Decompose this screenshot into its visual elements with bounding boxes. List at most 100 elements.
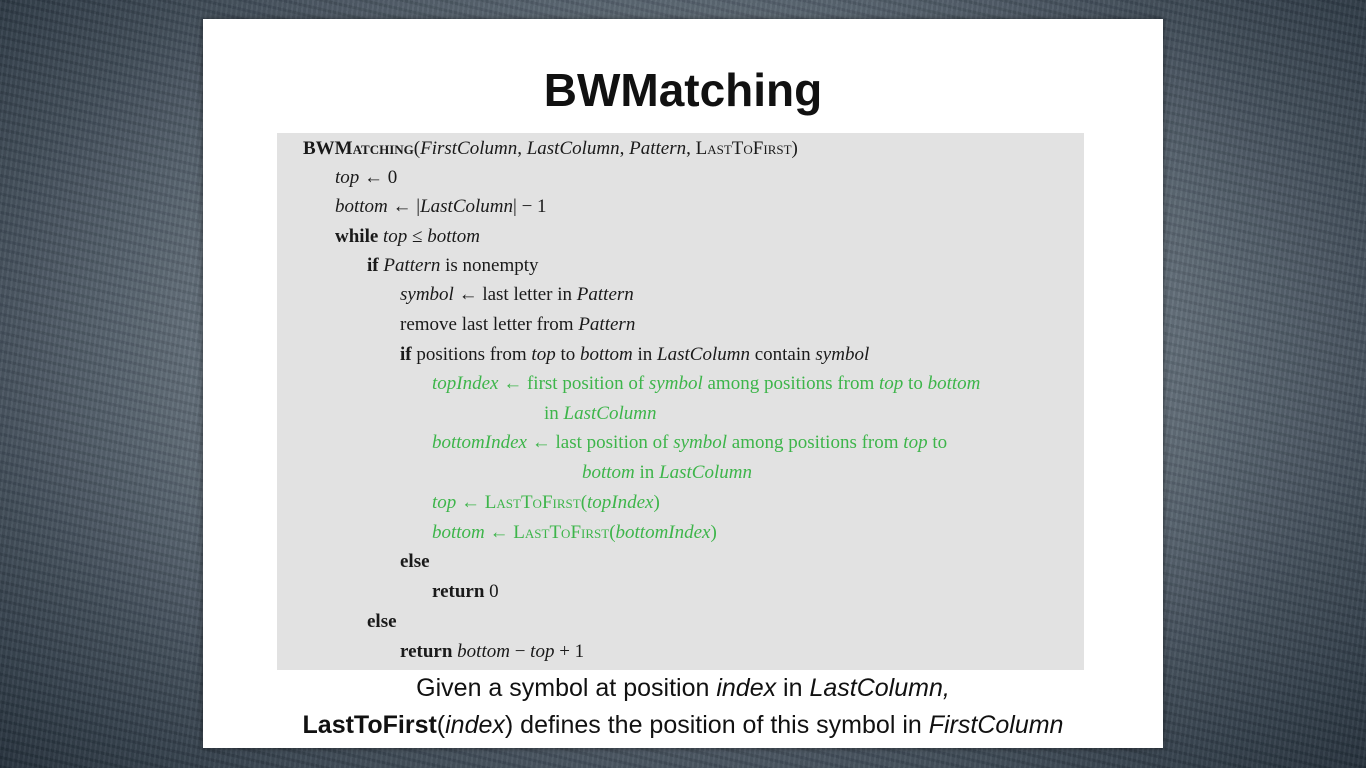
var: top — [879, 373, 904, 394]
code-line-12: top ← LastToFirst(topIndex) — [432, 492, 660, 514]
text: 0 — [484, 581, 499, 602]
text: is nonempty — [440, 255, 539, 276]
text: in — [544, 403, 564, 424]
var: LastColumn — [563, 403, 657, 424]
function-call: LastToFirst — [484, 492, 581, 513]
sep: , — [517, 138, 527, 159]
text: index — [716, 674, 777, 702]
keyword: return — [400, 641, 453, 662]
text: ) defines the position of this symbol in — [504, 711, 929, 739]
code-line-2: bottom ← |LastColumn| − 1 — [335, 196, 547, 218]
text: LastToFirst — [302, 711, 437, 739]
text: in — [634, 462, 660, 483]
text: to — [903, 373, 928, 394]
var: bottom — [427, 226, 481, 247]
keyword: return — [432, 581, 485, 602]
code-line-15: return 0 — [432, 581, 499, 603]
param-pattern: Pattern — [629, 138, 687, 159]
var: symbol — [673, 432, 728, 453]
slide-title: BWMatching — [543, 64, 823, 116]
text: in — [776, 674, 810, 702]
var: bottomIndex — [432, 432, 527, 453]
text: in — [632, 344, 658, 365]
text: ← — [456, 492, 485, 513]
code-line-8: topIndex ← first position of symbol amon… — [432, 373, 980, 395]
text: ← | — [387, 196, 421, 217]
text: positions from — [411, 344, 532, 365]
var: LastColumn — [659, 462, 752, 483]
keyword: else — [367, 611, 397, 632]
code-line-7: if positions from top to bottom in LastC… — [400, 344, 869, 366]
code-line-5: symbol ← last letter in Pattern — [400, 284, 634, 306]
var: top — [432, 492, 457, 513]
var: LastColumn — [657, 344, 750, 365]
var: topIndex — [587, 492, 654, 513]
text: to — [927, 432, 948, 453]
text: ← first position of — [498, 373, 649, 394]
var: top — [903, 432, 928, 453]
text: + 1 — [554, 641, 585, 662]
sep: , — [686, 138, 696, 159]
var: symbol — [815, 344, 870, 365]
var: bottom — [457, 641, 510, 662]
code-line-4: if Pattern is nonempty — [367, 255, 539, 277]
text: among positions from — [702, 373, 880, 394]
var: bottom — [335, 196, 388, 217]
text: − — [509, 641, 531, 662]
text: | − 1 — [513, 196, 547, 217]
var: top — [335, 167, 360, 188]
text: ) — [653, 492, 660, 513]
var: top — [531, 344, 556, 365]
text: FirstColumn — [928, 711, 1064, 739]
var: LastColumn — [420, 196, 514, 217]
text: index — [445, 711, 505, 739]
param-last-to-first: LastToFirst — [695, 138, 792, 159]
text: Given a symbol at position — [416, 674, 717, 702]
var: bottom — [927, 373, 981, 394]
code-line-signature: BWMatching(FirstColumn, LastColumn, Patt… — [303, 138, 798, 160]
text: ← last position of — [526, 432, 674, 453]
code-line-9: in LastColumn — [544, 403, 656, 425]
text: to — [555, 344, 580, 365]
var: Pattern — [578, 314, 636, 335]
var: symbol — [648, 373, 703, 394]
code-line-11: bottom in LastColumn — [582, 462, 752, 484]
paren: ) — [791, 138, 798, 159]
keyword: else — [400, 551, 430, 572]
slide: BWMatching BWMatching(FirstColumn, LastC… — [203, 19, 1163, 748]
keyword: if — [367, 255, 379, 276]
code-line-10: bottomIndex ← last position of symbol am… — [432, 432, 947, 454]
text: among positions from — [727, 432, 904, 453]
text: remove last letter from — [400, 314, 579, 335]
text: ≤ — [407, 226, 428, 247]
var: bottomIndex — [615, 522, 711, 543]
code-line-3: while top ≤ bottom — [335, 226, 480, 248]
function-call: LastToFirst — [513, 522, 610, 543]
keyword: while — [335, 226, 379, 247]
var: symbol — [400, 284, 454, 305]
text: LastColumn, — [809, 674, 950, 702]
text: contain — [749, 344, 816, 365]
var: bottom — [582, 462, 635, 483]
caption-line-2: LastToFirst(index) defines the position … — [203, 711, 1163, 740]
param-first-column: FirstColumn — [420, 138, 518, 159]
code-line-14: else — [400, 551, 430, 573]
caption-line-1: Given a symbol at position index in Last… — [203, 674, 1163, 703]
pseudocode-block: BWMatching(FirstColumn, LastColumn, Patt… — [277, 133, 1084, 670]
text: ← last letter in — [453, 284, 577, 305]
var: top — [383, 226, 408, 247]
var: top — [530, 641, 555, 662]
text: ← 0 — [359, 167, 398, 188]
text: ← — [484, 522, 514, 543]
var: bottom — [579, 344, 633, 365]
keyword: if — [400, 344, 412, 365]
function-name: BWMatching — [303, 138, 414, 159]
code-line-1: top ← 0 — [335, 167, 397, 189]
var: Pattern — [576, 284, 634, 305]
var: Pattern — [383, 255, 441, 276]
text: ) — [710, 522, 717, 543]
code-line-16: else — [367, 611, 397, 633]
sep: , — [619, 138, 630, 159]
code-line-6: remove last letter from Pattern — [400, 314, 635, 336]
var: bottom — [432, 522, 485, 543]
